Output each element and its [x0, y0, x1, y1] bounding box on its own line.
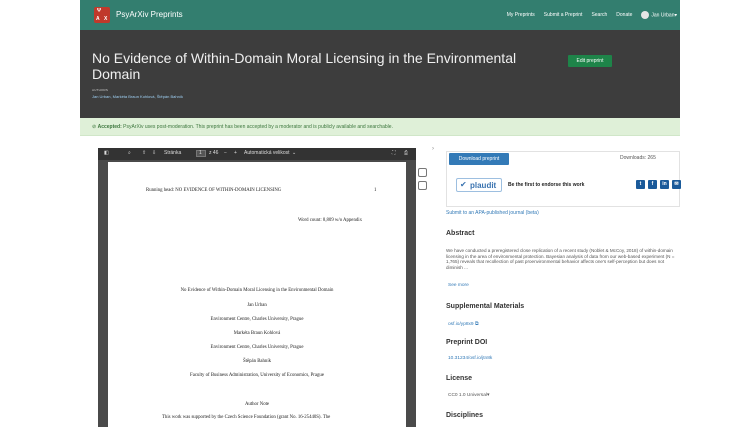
apa-journal-link[interactable]: Submit to an APA-published journal (beta…	[446, 210, 539, 216]
twitter-icon[interactable]: t	[636, 180, 645, 189]
comment-icon[interactable]	[418, 181, 427, 190]
page-label: Stránka	[164, 150, 182, 156]
authors-list[interactable]: Jan Urban, Markéta Braun Kohlová, Štěpán…	[92, 94, 183, 99]
endorse-prompt: Be the first to endorse this work	[508, 182, 585, 188]
abstract-text: We have conducted a preregistered close …	[446, 248, 675, 270]
zoom-select[interactable]: Automatická velikost	[244, 150, 290, 156]
paper-author: Štěpán Bahník	[242, 359, 272, 364]
edit-preprint-button[interactable]: Edit preprint	[568, 55, 612, 67]
authors-label: AUTHORS	[92, 88, 109, 92]
page-number-value: 1	[199, 150, 202, 156]
paper-title: No Evidence of Within-Domain Moral Licen…	[180, 288, 334, 293]
paper-affiliation: Faculty of Business Administration, Univ…	[190, 373, 324, 378]
doi-heading: Preprint DOI	[446, 339, 488, 346]
disciplines-heading: Disciplines	[446, 412, 483, 419]
plaudit-label: plaudit	[470, 181, 497, 190]
email-icon[interactable]: ✉	[672, 180, 681, 189]
zoom-in-icon[interactable]: +	[234, 150, 237, 156]
next-page-icon[interactable]: ⇩	[152, 150, 156, 156]
chevron-down-icon: ⌄	[292, 150, 297, 156]
external-link-icon: ⧉	[474, 322, 479, 327]
fullscreen-icon[interactable]: ⛶	[392, 150, 396, 156]
facebook-icon[interactable]: f	[648, 180, 657, 189]
logo-letter: Ψ	[97, 8, 102, 14]
previous-page-icon[interactable]: ⇧	[142, 150, 146, 156]
license-text: CC0 1.0 Universal	[448, 393, 487, 398]
annotation-icon[interactable]	[418, 168, 427, 177]
user-name: Jan Urban	[651, 12, 675, 19]
paper-author: Markéta Braun Kohlová	[233, 331, 281, 336]
nav-my-preprints[interactable]: My Preprints	[507, 12, 535, 18]
nav-submit-preprint[interactable]: Submit a Preprint	[544, 12, 583, 18]
see-more-link[interactable]: See more	[448, 283, 469, 288]
paper-affiliation: Environment Centre, Charles University, …	[210, 317, 304, 322]
user-menu[interactable]: Jan Urban▾	[641, 11, 677, 19]
supplemental-link-text: osf.io/yp8x9	[448, 322, 474, 327]
license-heading: License	[446, 375, 473, 382]
pdf-page: Running head: NO EVIDENCE OF WITHIN-DOMA…	[108, 162, 406, 427]
nav-links: My Preprints Submit a Preprint Search Do…	[507, 11, 677, 19]
caret-down-icon: ▾	[674, 12, 677, 19]
linkedin-icon[interactable]: in	[660, 180, 669, 189]
caret-down-icon: ▾	[486, 393, 490, 398]
running-head: Running head: NO EVIDENCE OF WITHIN-DOMA…	[146, 188, 282, 193]
accepted-label: Accepted:	[97, 124, 122, 130]
check-circle-icon: ⊘	[92, 124, 97, 130]
download-preprint-button[interactable]: Download preprint	[449, 153, 509, 165]
download-count: Downloads: 265	[620, 155, 656, 161]
abstract-heading: Abstract	[446, 230, 475, 237]
zoom-out-icon[interactable]: −	[224, 150, 227, 156]
sidebar-toggle-icon[interactable]: ◧	[104, 150, 109, 156]
word-count: Word count: 8,809 w/o Appendix	[298, 218, 362, 223]
preprint-title: No Evidence of Within-Domain Moral Licen…	[92, 50, 517, 82]
accepted-text: PsyArXiv uses post-moderation. This prep…	[123, 124, 393, 130]
search-icon[interactable]: ⌕	[128, 150, 131, 156]
avatar	[641, 11, 650, 19]
nav-donate[interactable]: Donate	[616, 12, 632, 18]
brand-name[interactable]: PsyArXiv Preprints	[116, 10, 183, 19]
chevron-right-icon[interactable]: ›	[432, 146, 434, 152]
author-note-text: This work was supported by the Czech Sci…	[162, 415, 331, 420]
doi-link[interactable]: 10.31234/osf.io/jtn8k	[448, 356, 492, 361]
paper-affiliation: Environment Centre, Charles University, …	[210, 345, 304, 350]
print-icon[interactable]: ⎙	[404, 150, 408, 156]
page-count: z 46	[209, 150, 219, 156]
logo-letter: X	[104, 16, 108, 22]
logo-letter: A	[96, 16, 100, 22]
supplemental-link[interactable]: osf.io/yp8x9 ⧉	[448, 321, 478, 327]
nav-search[interactable]: Search	[591, 12, 607, 18]
supplemental-heading: Supplemental Materials	[446, 303, 525, 310]
accepted-message: ⊘ Accepted: PsyArXiv uses post-moderatio…	[92, 124, 393, 130]
psyarxiv-logo-icon[interactable]: Ψ A X	[94, 7, 110, 23]
page-number: 1	[374, 188, 377, 193]
plaudit-check-icon: ✔	[460, 180, 467, 189]
license-value[interactable]: CC0 1.0 Universal▾	[448, 393, 489, 398]
author-note-heading: Author Note	[244, 402, 270, 407]
paper-author: Jan Urban	[247, 303, 267, 308]
